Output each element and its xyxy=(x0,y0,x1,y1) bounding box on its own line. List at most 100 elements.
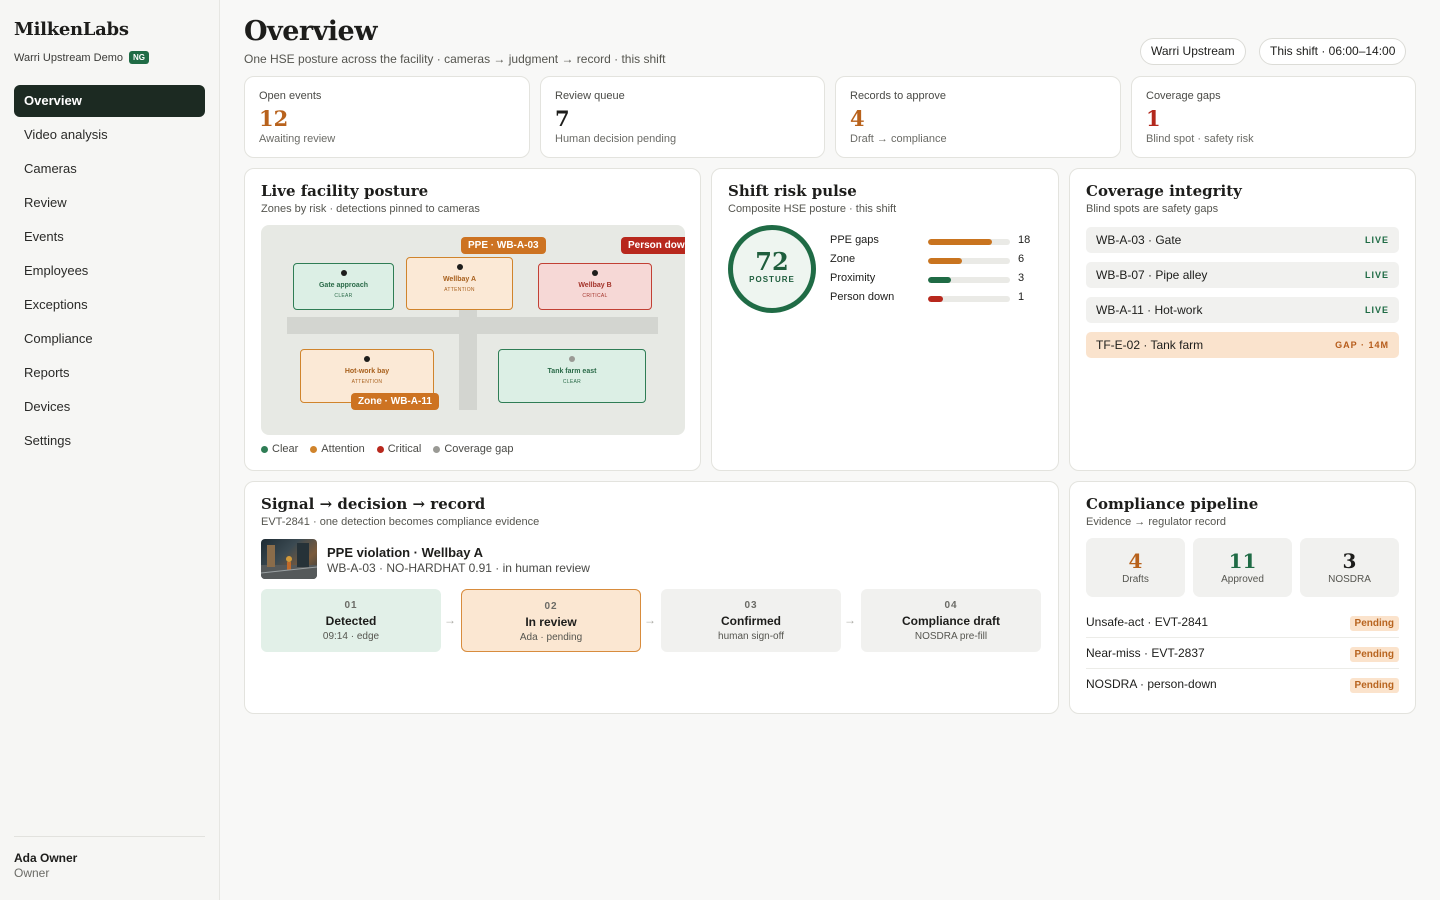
signal-flow-card: Signal → decision → record EVT-2841 · on… xyxy=(244,481,1059,714)
zone-gate-approach[interactable]: Gate approach CLEAR xyxy=(293,263,394,310)
coverage-row-gap[interactable]: TF-E-02 · Tank farm GAP · 14M xyxy=(1086,332,1399,358)
step-desc: human sign-off xyxy=(718,631,784,642)
record-label: Unsafe-act · EVT-2841 xyxy=(1086,615,1209,629)
user-profile[interactable]: Ada Owner Owner xyxy=(14,836,205,880)
risk-pulse-card: Shift risk pulse Composite HSE posture ·… xyxy=(711,168,1059,471)
sidebar-item-cameras[interactable]: Cameras xyxy=(14,153,205,185)
zone-wellbay-a[interactable]: Wellbay A ATTENTION xyxy=(406,257,513,310)
camera-status: LIVE xyxy=(1364,305,1389,315)
legend-dot xyxy=(310,445,318,453)
tile-label: NOSDRA xyxy=(1328,574,1371,585)
detection-tag-zone[interactable]: Zone · WB-A-11 xyxy=(351,393,439,410)
detection-tag-ppe[interactable]: PPE · WB-A-03 xyxy=(461,237,546,254)
risk-bar-label: Proximity xyxy=(830,272,876,284)
sidebar-item-video-analysis[interactable]: Video analysis xyxy=(14,119,205,151)
sidebar-item-review[interactable]: Review xyxy=(14,187,205,219)
pipeline-tile-drafts[interactable]: 4 Drafts xyxy=(1086,538,1185,597)
zone-name: Wellbay A xyxy=(442,276,477,283)
sidebar: MilkenLabs Warri Upstream Demo NG Overvi… xyxy=(0,0,220,900)
event-title[interactable]: PPE violation · Wellbay A xyxy=(327,545,483,560)
camera-marker xyxy=(456,264,463,270)
kpi-coverage-gaps[interactable]: Coverage gaps 1 Blind spot · safety risk xyxy=(1131,76,1416,158)
zone-wellbay-b[interactable]: Wellbay B CRITICAL xyxy=(538,263,652,310)
step-name: Compliance draft xyxy=(901,614,1000,628)
camera-status: GAP · 14M xyxy=(1335,340,1389,350)
camera-frame-image xyxy=(261,543,317,579)
step-number: 01 xyxy=(344,600,358,611)
kpi-sub: Draft → compliance xyxy=(850,133,947,145)
card-title: Coverage integrity xyxy=(1086,182,1242,200)
kpi-open-events[interactable]: Open events 12 Awaiting review xyxy=(244,76,530,158)
shift-selector[interactable]: This shift · 06:00–14:00 xyxy=(1259,38,1407,65)
risk-bar-zone: Zone 6 xyxy=(830,251,1040,270)
legend-item: Critical xyxy=(376,443,421,455)
flow-arrow-icon: → xyxy=(644,613,656,627)
legend-item: Coverage gap xyxy=(433,443,513,455)
step-name: Detected xyxy=(325,614,377,628)
zone-status: ATTENTION xyxy=(444,287,475,293)
flow-step-detected[interactable]: 01 Detected 09:14 · edge xyxy=(261,589,441,652)
coverage-row[interactable]: WB-A-03 · Gate LIVE xyxy=(1086,227,1399,253)
site-selector[interactable]: Warri Upstream xyxy=(1140,38,1246,65)
compliance-pipeline-card: Compliance pipeline Evidence → regulator… xyxy=(1069,481,1416,714)
pipeline-tile-nosdra[interactable]: 3 NOSDRA xyxy=(1300,538,1399,597)
card-subtitle: EVT-2841 · one detection becomes complia… xyxy=(261,516,540,528)
camera-name: WB-B-07 · Pipe alley xyxy=(1096,268,1208,282)
zone-name: Wellbay B xyxy=(578,282,612,289)
brand-logo[interactable]: MilkenLabs xyxy=(14,19,129,40)
record-label: NOSDRA · person-down xyxy=(1086,677,1217,691)
compliance-record-row[interactable]: Near-miss · EVT-2837 Pending xyxy=(1086,638,1399,669)
step-name: Confirmed xyxy=(721,614,781,628)
sidebar-item-settings[interactable]: Settings xyxy=(14,425,205,457)
legend-label: Attention xyxy=(321,443,365,455)
event-detail: WB-A-03 · NO-HARDHAT 0.91 · in human rev… xyxy=(327,561,590,575)
risk-bar-track xyxy=(928,296,1010,302)
risk-bar-count: 6 xyxy=(1018,253,1025,265)
compliance-record-row[interactable]: Unsafe-act · EVT-2841 Pending xyxy=(1086,607,1399,638)
coverage-row[interactable]: WB-A-11 · Hot-work LIVE xyxy=(1086,297,1399,323)
tile-value: 3 xyxy=(1342,549,1357,573)
flow-step-compliance-draft[interactable]: 04 Compliance draft NOSDRA pre-fill xyxy=(861,589,1041,652)
sidebar-nav: Overview Video analysis Cameras Review E… xyxy=(14,85,205,459)
flow-step-confirmed[interactable]: 03 Confirmed human sign-off xyxy=(661,589,841,652)
facility-map[interactable]: Gate approach CLEAR Wellbay A ATTENTION … xyxy=(261,225,685,435)
sidebar-item-events[interactable]: Events xyxy=(14,221,205,253)
zone-name: Tank farm east xyxy=(547,368,597,375)
kpi-review-queue[interactable]: Review queue 7 Human decision pending xyxy=(540,76,825,158)
org-name: Warri Upstream Demo xyxy=(14,51,123,64)
org-selector[interactable]: Warri Upstream Demo NG xyxy=(14,51,149,64)
sidebar-item-exceptions[interactable]: Exceptions xyxy=(14,289,205,321)
step-number: 04 xyxy=(944,600,958,611)
sidebar-item-overview[interactable]: Overview xyxy=(14,85,205,117)
sidebar-item-reports[interactable]: Reports xyxy=(14,357,205,389)
card-title: Compliance pipeline xyxy=(1086,495,1259,513)
step-name: In review xyxy=(525,615,577,629)
card-subtitle: Blind spots are safety gaps xyxy=(1086,203,1219,215)
map-road xyxy=(459,310,477,410)
flow-arrow-icon: → xyxy=(844,613,856,627)
camera-marker xyxy=(592,270,598,276)
sidebar-item-compliance[interactable]: Compliance xyxy=(14,323,205,355)
card-title: Shift risk pulse xyxy=(728,182,857,200)
sidebar-item-devices[interactable]: Devices xyxy=(14,391,205,423)
card-subtitle: Composite HSE posture · this shift xyxy=(728,203,897,215)
kpi-value: 12 xyxy=(259,106,289,131)
page-title: Overview xyxy=(244,16,377,47)
camera-status: LIVE xyxy=(1364,235,1389,245)
flow-step-in-review[interactable]: 02 In review Ada · pending xyxy=(461,589,641,652)
user-name: Ada Owner xyxy=(14,851,78,865)
risk-bar-track xyxy=(928,258,1010,264)
zone-tank-farm-east[interactable]: Tank farm east CLEAR xyxy=(498,349,646,403)
kpi-records-to-approve[interactable]: Records to approve 4 Draft → compliance xyxy=(835,76,1121,158)
tile-value: 11 xyxy=(1228,549,1257,573)
detection-tag-person-down[interactable]: Person down xyxy=(621,237,685,254)
posture-score-label: POSTURE xyxy=(749,275,795,284)
sidebar-item-employees[interactable]: Employees xyxy=(14,255,205,287)
tile-value: 4 xyxy=(1128,549,1143,573)
pipeline-tile-approved[interactable]: 11 Approved xyxy=(1193,538,1292,597)
map-legend: Clear Attention Critical Coverage gap xyxy=(261,443,513,455)
coverage-row[interactable]: WB-B-07 · Pipe alley LIVE xyxy=(1086,262,1399,288)
event-thumbnail[interactable] xyxy=(261,539,317,579)
compliance-record-row[interactable]: NOSDRA · person-down Pending xyxy=(1086,669,1399,700)
zone-status: CRITICAL xyxy=(582,293,608,299)
